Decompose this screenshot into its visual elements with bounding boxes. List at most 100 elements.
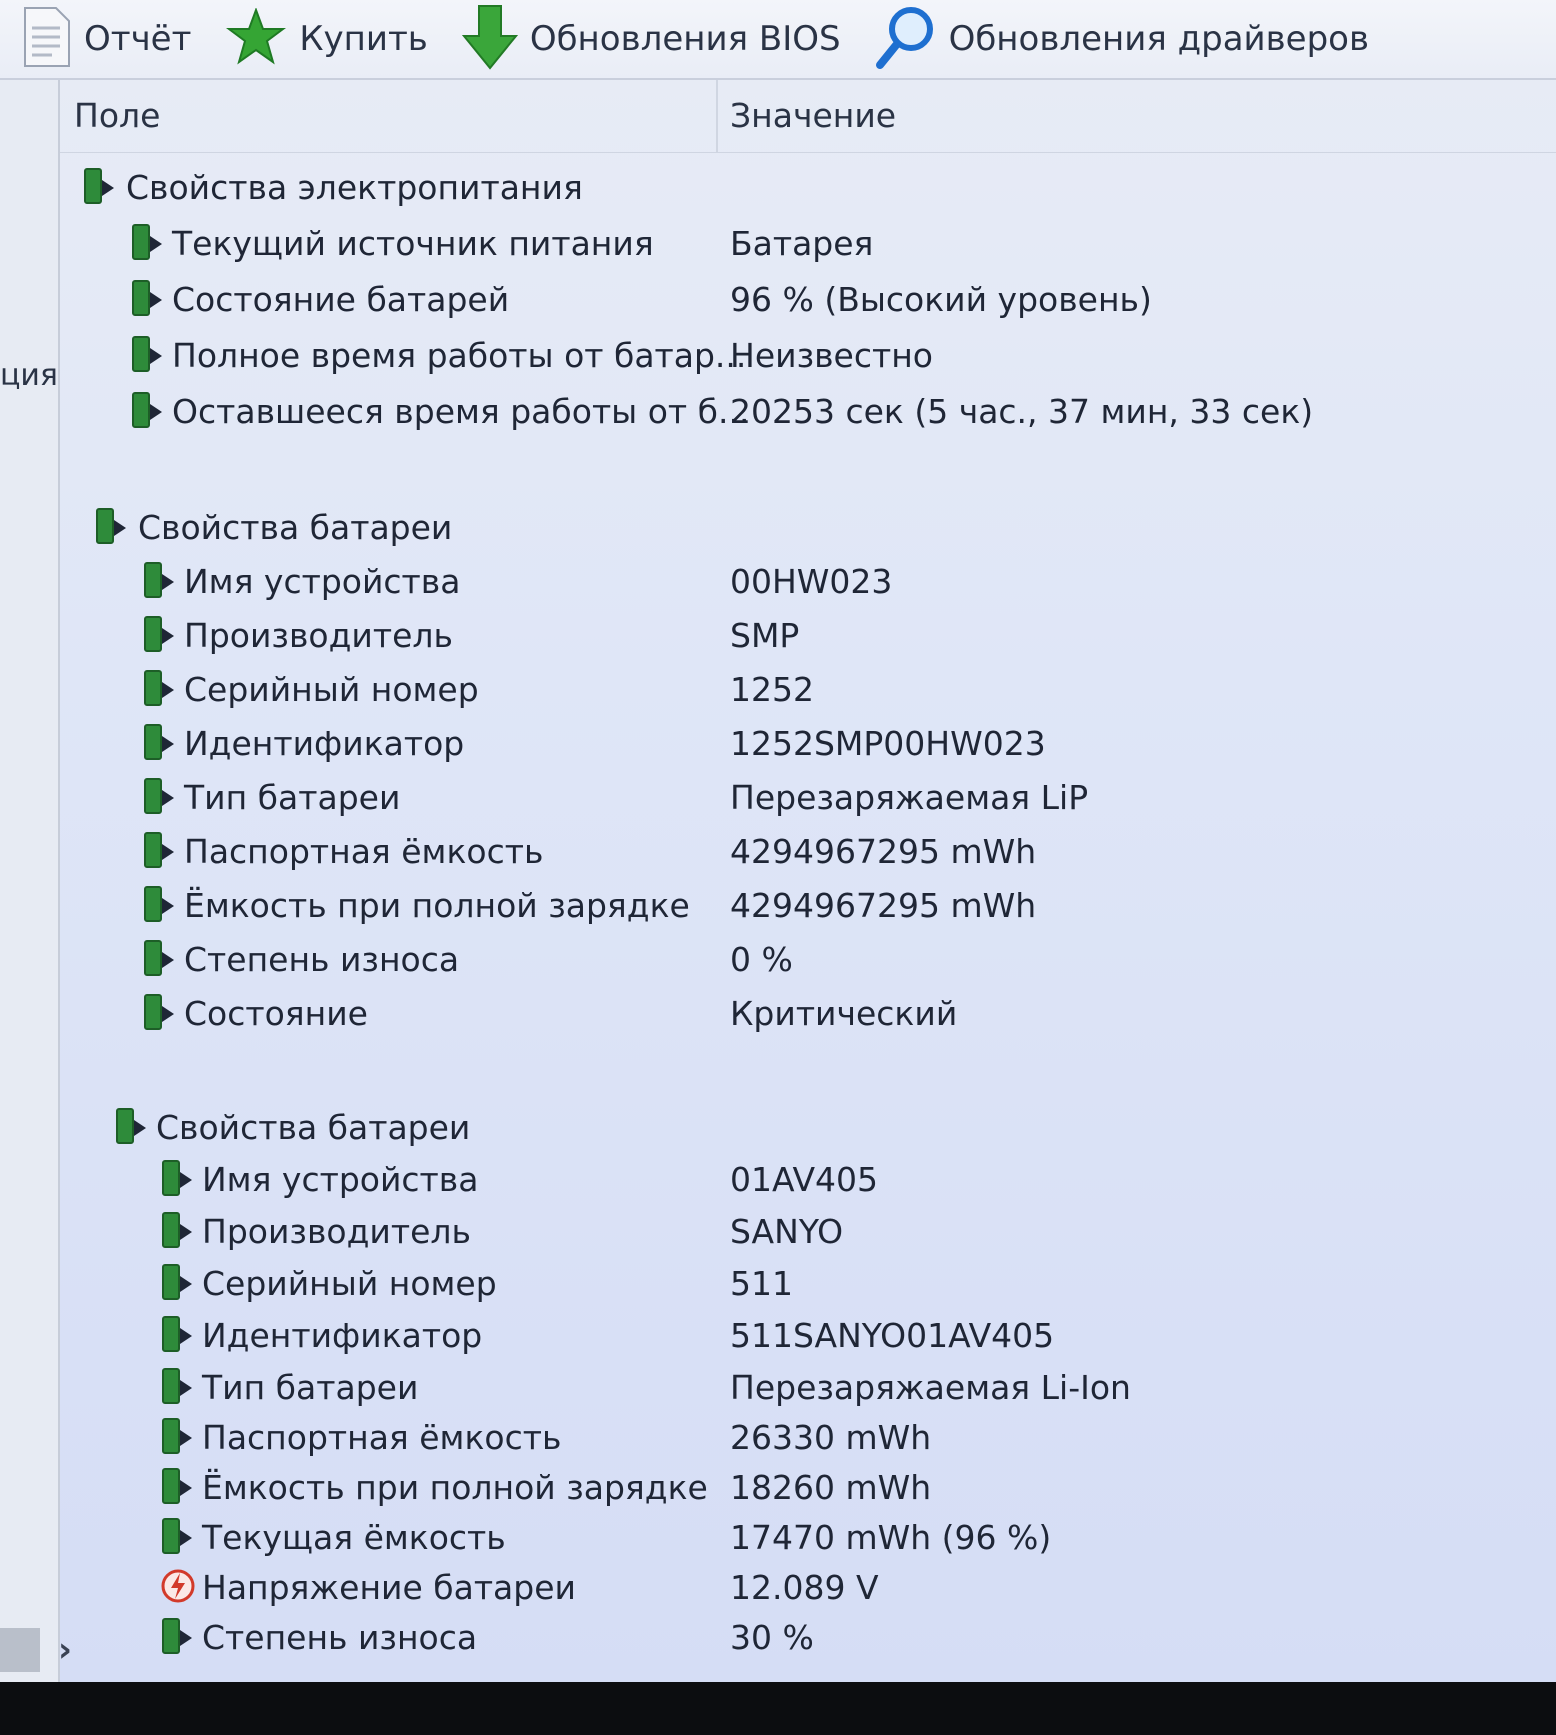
column-header: Поле Значение — [60, 80, 1556, 153]
report-label: Отчёт — [84, 19, 192, 59]
table-row[interactable]: Паспортная ёмкость 26330 mWh — [60, 1410, 1556, 1462]
battery-icon — [160, 1516, 196, 1560]
row-field: Тип батареи — [202, 1368, 419, 1407]
table-row[interactable]: Серийный номер 1252 — [60, 662, 1556, 714]
row-field: Имя устройства — [184, 562, 461, 601]
table-row[interactable]: Имя устройства 01AV405 — [60, 1152, 1556, 1204]
row-value: 4294967295 mWh — [730, 886, 1037, 925]
row-field: Состояние — [184, 994, 368, 1033]
row-value: 4294967295 mWh — [730, 832, 1037, 871]
buy-label: Купить — [299, 19, 428, 59]
table-row[interactable]: Степень износа 0 % — [60, 932, 1556, 984]
battery-icon — [160, 1616, 196, 1660]
row-value: Критический — [730, 994, 958, 1033]
row-field: Производитель — [184, 616, 453, 655]
row-value: 18260 mWh — [730, 1468, 932, 1507]
left-tree-pane[interactable]: ция — [0, 80, 60, 1682]
battery-icon — [160, 1466, 196, 1510]
row-value: 1252SMP00HW023 — [730, 724, 1046, 763]
row-value: Перезаряжаемая Li-Ion — [730, 1368, 1131, 1407]
buy-button[interactable]: Купить — [225, 0, 428, 78]
left-pane-clipped-text: ция — [0, 358, 58, 393]
row-field: Идентификатор — [202, 1316, 483, 1355]
table-row[interactable]: Производитель SMP — [60, 608, 1556, 660]
table-row[interactable]: Текущая ёмкость 17470 mWh (96 %) — [60, 1510, 1556, 1562]
row-field: Серийный номер — [202, 1264, 497, 1303]
horizontal-scrollbar-thumb[interactable] — [0, 1628, 40, 1672]
battery-icon — [142, 722, 178, 766]
table-row[interactable]: Напряжение батареи 12.089 V — [60, 1560, 1556, 1612]
battery-icon — [130, 278, 166, 322]
table-row[interactable]: Оставшееся время работы от б... 20253 се… — [60, 384, 1556, 436]
table-row[interactable]: Тип батареи Перезаряжаемая LiP — [60, 770, 1556, 822]
battery-icon — [142, 614, 178, 658]
column-header-field[interactable]: Поле — [74, 96, 160, 135]
battery-icon — [114, 1106, 150, 1150]
row-field: Состояние батарей — [172, 280, 510, 319]
row-value: 26330 mWh — [730, 1418, 932, 1457]
row-value: 511SANYO01AV405 — [730, 1316, 1055, 1355]
table-row[interactable]: Текущий источник питания Батарея — [60, 216, 1556, 268]
table-row[interactable]: Тип батареи Перезаряжаемая Li-Ion — [60, 1360, 1556, 1412]
row-field: Степень износа — [184, 940, 460, 979]
battery-icon — [160, 1416, 196, 1460]
section-title: Свойства электропитания — [126, 168, 583, 207]
table-row[interactable]: Серийный номер 511 — [60, 1256, 1556, 1308]
battery-icon — [160, 1262, 196, 1306]
row-value: 00HW023 — [730, 562, 893, 601]
battery-icon — [82, 166, 118, 210]
table-row[interactable]: Ёмкость при полной зарядке 4294967295 mW… — [60, 878, 1556, 930]
voltage-icon — [160, 1566, 196, 1610]
bios-updates-button[interactable]: Обновления BIOS — [461, 0, 841, 78]
row-value: Батарея — [730, 224, 874, 263]
row-field: Полное время работы от батар... — [172, 336, 747, 375]
row-value: 511 — [730, 1264, 793, 1303]
row-value: 96 % (Высокий уровень) — [730, 280, 1152, 319]
row-field: Текущий источник питания — [172, 224, 654, 263]
battery-icon — [94, 506, 130, 550]
row-field: Паспортная ёмкость — [184, 832, 544, 871]
driver-updates-button[interactable]: Обновления драйверов — [875, 0, 1369, 78]
row-field: Степень износа — [202, 1618, 478, 1657]
column-divider[interactable] — [716, 80, 718, 152]
driver-updates-label: Обновления драйверов — [948, 19, 1369, 59]
search-magnifier-icon — [875, 5, 937, 73]
app-window: Отчёт Купить Обновления BIOS Обновления … — [0, 0, 1556, 1682]
table-row[interactable]: Идентификатор 1252SMP00HW023 — [60, 716, 1556, 768]
row-field: Имя устройства — [202, 1160, 479, 1199]
report-button[interactable]: Отчёт — [22, 0, 191, 78]
row-value: 20253 сек (5 час., 37 мин, 33 сек) — [730, 392, 1314, 431]
table-row[interactable]: Имя устройства 00HW023 — [60, 554, 1556, 606]
table-row[interactable]: Полное время работы от батар... Неизвест… — [60, 328, 1556, 380]
row-field: Ёмкость при полной зарядке — [184, 886, 690, 925]
table-row[interactable]: Производитель SANYO — [60, 1204, 1556, 1256]
column-header-value[interactable]: Значение — [730, 96, 896, 135]
row-value: 01AV405 — [730, 1160, 879, 1199]
section-header-power[interactable]: Свойства электропитания — [60, 160, 1556, 212]
row-value: SANYO — [730, 1212, 844, 1251]
row-value: 12.089 V — [730, 1568, 879, 1607]
row-field: Идентификатор — [184, 724, 465, 763]
section-title: Свойства батареи — [138, 508, 453, 547]
battery-icon — [160, 1314, 196, 1358]
battery-icon — [130, 390, 166, 434]
battery-icon — [160, 1158, 196, 1202]
row-value: 30 % — [730, 1618, 814, 1657]
row-field: Текущая ёмкость — [202, 1518, 506, 1557]
table-row[interactable]: Степень износа 30 % — [60, 1610, 1556, 1662]
battery-icon — [160, 1366, 196, 1410]
section-header-battery-1[interactable]: Свойства батареи — [60, 500, 1556, 552]
table-row[interactable]: Состояние батарей 96 % (Высокий уровень) — [60, 272, 1556, 324]
row-field: Паспортная ёмкость — [202, 1418, 562, 1457]
bios-updates-label: Обновления BIOS — [529, 19, 841, 59]
battery-icon — [142, 992, 178, 1036]
row-value: Перезаряжаемая LiP — [730, 778, 1089, 817]
table-row[interactable]: Ёмкость при полной зарядке 18260 mWh — [60, 1460, 1556, 1512]
table-row[interactable]: Состояние Критический — [60, 986, 1556, 1038]
row-value: 0 % — [730, 940, 793, 979]
row-field: Тип батареи — [184, 778, 401, 817]
table-row[interactable]: Паспортная ёмкость 4294967295 mWh — [60, 824, 1556, 876]
section-header-battery-2[interactable]: Свойства батареи — [60, 1100, 1556, 1152]
taskbar — [0, 1682, 1556, 1735]
table-row[interactable]: Идентификатор 511SANYO01AV405 — [60, 1308, 1556, 1360]
